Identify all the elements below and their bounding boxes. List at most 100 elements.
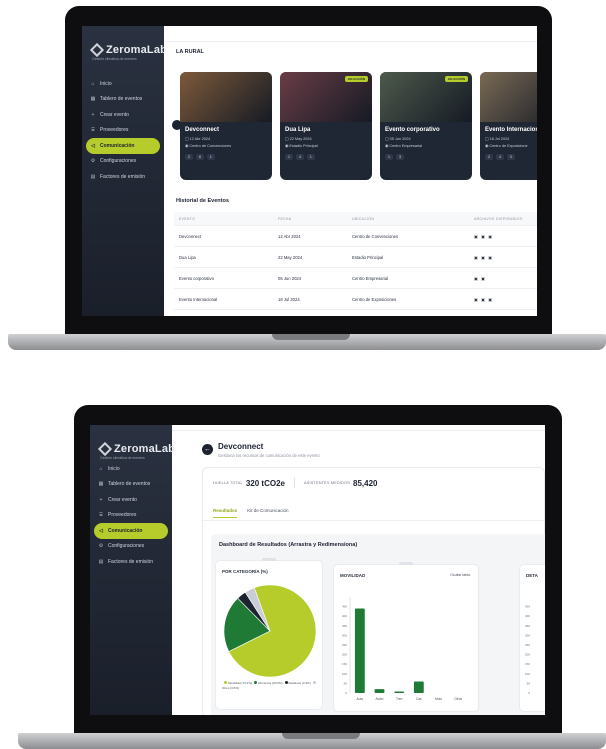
pie-legend: Movilidad (73.2%) Alimentos (20.0%) Residu… [222,681,322,691]
pie-widget[interactable]: POR CATEGORÍA (%) Movilidad (73.2%) Alime… [215,558,323,710]
sidebar-item-1[interactable]: ▦ Tablero de eventos [86,92,160,108]
bar-widget-title: MOVILIDAD [340,573,366,578]
event-place: ◉ Centro Empresarial [380,142,472,149]
event-stats: 13 [380,149,472,160]
attendees-value: 85,420 [353,478,378,488]
y-tick-label: 450 [342,605,347,609]
table-row[interactable]: Devconnect 12 Abr 2024 Centro de Convencio… [174,226,537,247]
section-title: LA RURAL [176,49,204,55]
event-card[interactable]: EN ACCIÓN Dua Lipa ▢ 22 May 2024 ◉ Estadio … [280,72,372,180]
table-row[interactable]: Evento corporativo 05 Jun 2024 Centro Empr… [174,268,537,289]
y-tick-label: 0 [345,691,347,695]
brand-tagline: Gestión climática de eventos [92,57,137,61]
event-date: ▢ 22 May 2024 [280,135,372,142]
plus-icon: + [99,496,103,503]
tab-communication-kit[interactable]: Kit de Comunicación [247,508,288,518]
y-tick-label: 400 [525,614,530,618]
x-tick-label: Tren [396,697,403,701]
event-name: Evento Internaciona [485,127,537,133]
laptop-top-notch [272,334,350,340]
sidebar-item-4[interactable]: ◁ Comunicación [94,523,168,539]
logo[interactable]: ZeromaLab [89,42,168,58]
legend-label: Alimentos (20.0%) [258,681,283,685]
tabs-divider [203,520,544,521]
dashboard-icon: ▦ [90,96,96,103]
sidebar-item-3[interactable]: ⌸ Proveedores [94,508,168,524]
brand-name: ZeromaLab [106,44,168,56]
event-date: ▢ 18 Jul 2024 [480,135,537,142]
event-subtitle: Gestiona los recursos de comunicación de… [218,453,320,458]
back-button[interactable]: ← [202,444,213,455]
stat-chip: 2 [485,154,493,160]
sidebar-item-label: Factores de emisión [100,173,146,180]
attendees-label: ASISTENTES MEDIDOS [303,481,350,485]
sidebar-item-6[interactable]: ▤ Factores de emisión [94,554,168,570]
drag-handle[interactable] [262,558,276,561]
cell-date: 22 May 2024 [278,254,303,260]
top-bar [172,425,545,431]
file-icons[interactable]: ▣ ▣ [474,276,537,281]
event-name: Evento corporativo [385,127,440,133]
bar[interactable] [354,608,365,693]
event-date: ▢ 12 Abr 2024 [180,135,272,142]
drag-handle[interactable] [399,562,413,565]
dashboard-title: Dashboard de Resultados (Arrastra y Redi… [219,542,358,548]
sidebar-item-5[interactable]: ⚙ Configuraciones [94,539,168,555]
sidebar-item-label: Inicio [108,465,120,472]
sidebar-item-0[interactable]: ⌂ Inicio [86,76,160,92]
y-tick-label: 150 [525,662,530,666]
table-row[interactable]: Evento Internacional 18 Jul 2024 Centro de… [174,289,537,310]
y-tick-label: 0 [528,691,530,695]
y-tick-label: 50 [344,681,348,685]
event-photo: EN ACCIÓN [480,72,537,122]
file-icons[interactable]: ▣ ▣ ▣ [474,234,537,239]
bar[interactable] [413,681,424,693]
legend-item: Alimentos (20.0%) [252,681,283,685]
cell-event: Dua Lipa [179,254,196,260]
promo-stage: ZeromaLab Gestión climática de eventos ⌂… [0,0,606,749]
detail-widget[interactable]: DETA 0 50 100 150 200 250 300 350 400 450 [519,564,545,712]
cell-date: 05 Jun 2024 [278,275,302,281]
event-card[interactable]: EN ACCIÓN Evento Internaciona ▢ 18 Jul 202… [480,72,537,180]
footprint-label: HUELLA TOTAL [213,481,243,485]
sidebar-item-2[interactable]: + Crear evento [86,107,160,123]
sidebar-item-5[interactable]: ⚙ Configuraciones [86,154,160,170]
hide-table-link[interactable]: Ocultar tabla [450,573,470,577]
stat-chip: 1 [206,154,215,160]
cell-date: 18 Jul 2024 [278,296,300,302]
sidebar-item-4[interactable]: ◁ Comunicación [86,138,160,154]
bar[interactable] [374,689,385,693]
y-tick-label: 400 [342,614,347,618]
tab-results[interactable]: Resultados [213,508,238,518]
bar-widget[interactable]: MOVILIDAD Ocultar tabla 0 50 100 150 200 250 3… [333,562,479,712]
sidebar-item-0[interactable]: ⌂ Inicio [94,461,168,477]
event-place-text: Estadio Principal [289,144,318,148]
stat-chip: 1 [385,154,393,160]
stat-chip: 6 [195,154,204,160]
cell-event: Evento corporativo [179,275,214,281]
store-icon: ⌸ [91,127,95,134]
event-card[interactable]: Devconnect ▢ 12 Abr 2024 ◉ Centro de Conve… [180,72,272,180]
event-name: Devconnect [185,127,220,133]
sidebar-item-2[interactable]: + Crear evento [94,492,168,508]
sidebar-item-1[interactable]: ▦ Tablero de eventos [94,477,168,493]
sidebar-item-label: Proveedores [100,127,129,134]
sidebar-item-6[interactable]: ▤ Factores de emisión [86,169,160,185]
file-icons[interactable]: ▣ ▣ ▣ [474,255,537,260]
bar[interactable] [394,691,405,693]
sidebar-item-label: Crear evento [108,496,137,503]
cell-event: Devconnect [179,233,202,239]
event-card[interactable]: EN ACCIÓN Evento corporativo ▢ 05 Jun 2024… [380,72,472,180]
file-icons[interactable]: ▣ ▣ ▣ [474,297,537,302]
y-tick-label: 350 [342,624,347,628]
event-name: Dua Lipa [285,127,311,133]
event-place-text: Centro de Convenciones [189,144,232,148]
sidebar-item-3[interactable]: ⌸ Proveedores [86,123,160,139]
status-badge: EN ACCIÓN [445,76,468,82]
table-row[interactable]: Dua Lipa 22 May 2024 Estadio Principal ▣ ▣ … [174,247,537,268]
laptop-top-screen: ZeromaLab Gestión climática de eventos ⌂… [82,26,537,316]
logo[interactable]: ZeromaLab [97,441,175,457]
col-location: UBICACIÓN [352,216,375,221]
history-rows: Devconnect 12 Abr 2024 Centro de Convencio… [174,226,537,310]
x-tick-label: Auto [357,697,364,701]
